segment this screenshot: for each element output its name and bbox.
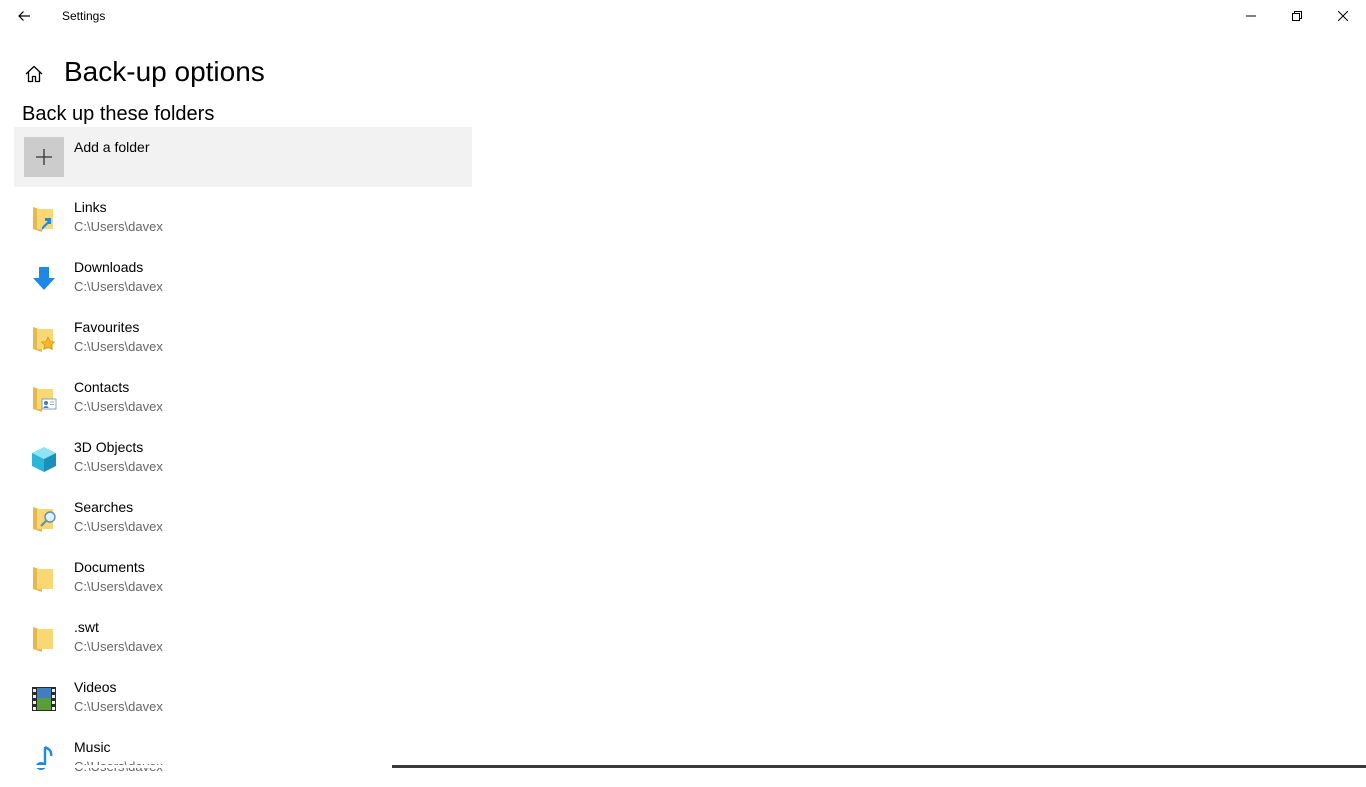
3d-objects-icon: [32, 447, 56, 472]
folder-name: Links: [74, 199, 107, 215]
folder-name: Downloads: [74, 259, 144, 275]
folder-path: C:\Users\davex: [74, 639, 163, 654]
folder-list: Links C:\Users\davex Downloads C:\Users\…: [14, 187, 472, 787]
home-icon: [25, 65, 43, 83]
folder-path: C:\Users\davex: [74, 459, 163, 474]
favourites-folder-icon: [33, 327, 56, 352]
folder-item-music[interactable]: Music C:\Users\davex: [14, 727, 472, 787]
videos-icon: [32, 687, 56, 711]
minimize-button[interactable]: [1228, 0, 1274, 32]
folder-name: Searches: [74, 499, 134, 515]
close-button[interactable]: [1320, 0, 1366, 32]
restore-button[interactable]: [1274, 0, 1320, 32]
folder-item-swt[interactable]: .swt C:\Users\davex: [14, 607, 472, 667]
folder-icon: [33, 627, 53, 652]
folder-item-downloads[interactable]: Downloads C:\Users\davex: [14, 247, 472, 307]
folder-item-searches[interactable]: Searches C:\Users\davex: [14, 487, 472, 547]
folder-item-documents[interactable]: Documents C:\Users\davex: [14, 547, 472, 607]
folder-name: 3D Objects: [74, 439, 144, 455]
folder-name: .swt: [74, 619, 99, 635]
folder-item-3d-objects[interactable]: 3D Objects C:\Users\davex: [14, 427, 472, 487]
add-folder-label: Add a folder: [74, 139, 150, 155]
folder-name: Favourites: [74, 319, 140, 335]
home-button[interactable]: [22, 62, 46, 86]
contacts-folder-icon: [33, 387, 57, 412]
back-button[interactable]: [8, 0, 40, 32]
window-title: Settings: [62, 9, 106, 23]
folder-path: C:\Users\davex: [74, 339, 163, 354]
links-folder-icon: [33, 207, 53, 232]
add-folder-icon-box: [24, 137, 64, 177]
folder-path: C:\Users\davex: [74, 219, 163, 234]
downloads-icon: [33, 267, 55, 290]
folder-path: C:\Users\davex: [74, 519, 163, 534]
music-icon: [36, 745, 53, 770]
close-icon: [1338, 11, 1348, 21]
folder-path: C:\Users\davex: [74, 399, 163, 414]
plus-icon: [36, 149, 52, 165]
folder-name: Documents: [74, 559, 145, 575]
searches-folder-icon: [33, 507, 56, 532]
folder-path: C:\Users\davex: [74, 579, 163, 594]
folder-name: Music: [74, 739, 111, 755]
section-title: Back up these folders: [22, 103, 215, 125]
folder-item-links[interactable]: Links C:\Users\davex: [14, 187, 472, 247]
folder-item-videos[interactable]: Videos C:\Users\davex: [14, 667, 472, 727]
folder-icon: [33, 567, 53, 592]
folder-name: Contacts: [74, 379, 130, 395]
restore-icon: [1292, 11, 1302, 21]
folder-item-contacts[interactable]: Contacts C:\Users\davex: [14, 367, 472, 427]
back-arrow-icon: [18, 11, 30, 21]
folder-path: C:\Users\davex: [74, 279, 163, 294]
add-folder-button[interactable]: Add a folder: [14, 127, 472, 187]
page-title: Back-up options: [64, 56, 265, 87]
folder-path: C:\Users\davex: [74, 699, 163, 714]
title-bar: Settings: [0, 0, 1366, 32]
folder-item-favourites[interactable]: Favourites C:\Users\davex: [14, 307, 472, 367]
minimize-icon: [1246, 15, 1256, 17]
folder-name: Videos: [74, 679, 117, 695]
